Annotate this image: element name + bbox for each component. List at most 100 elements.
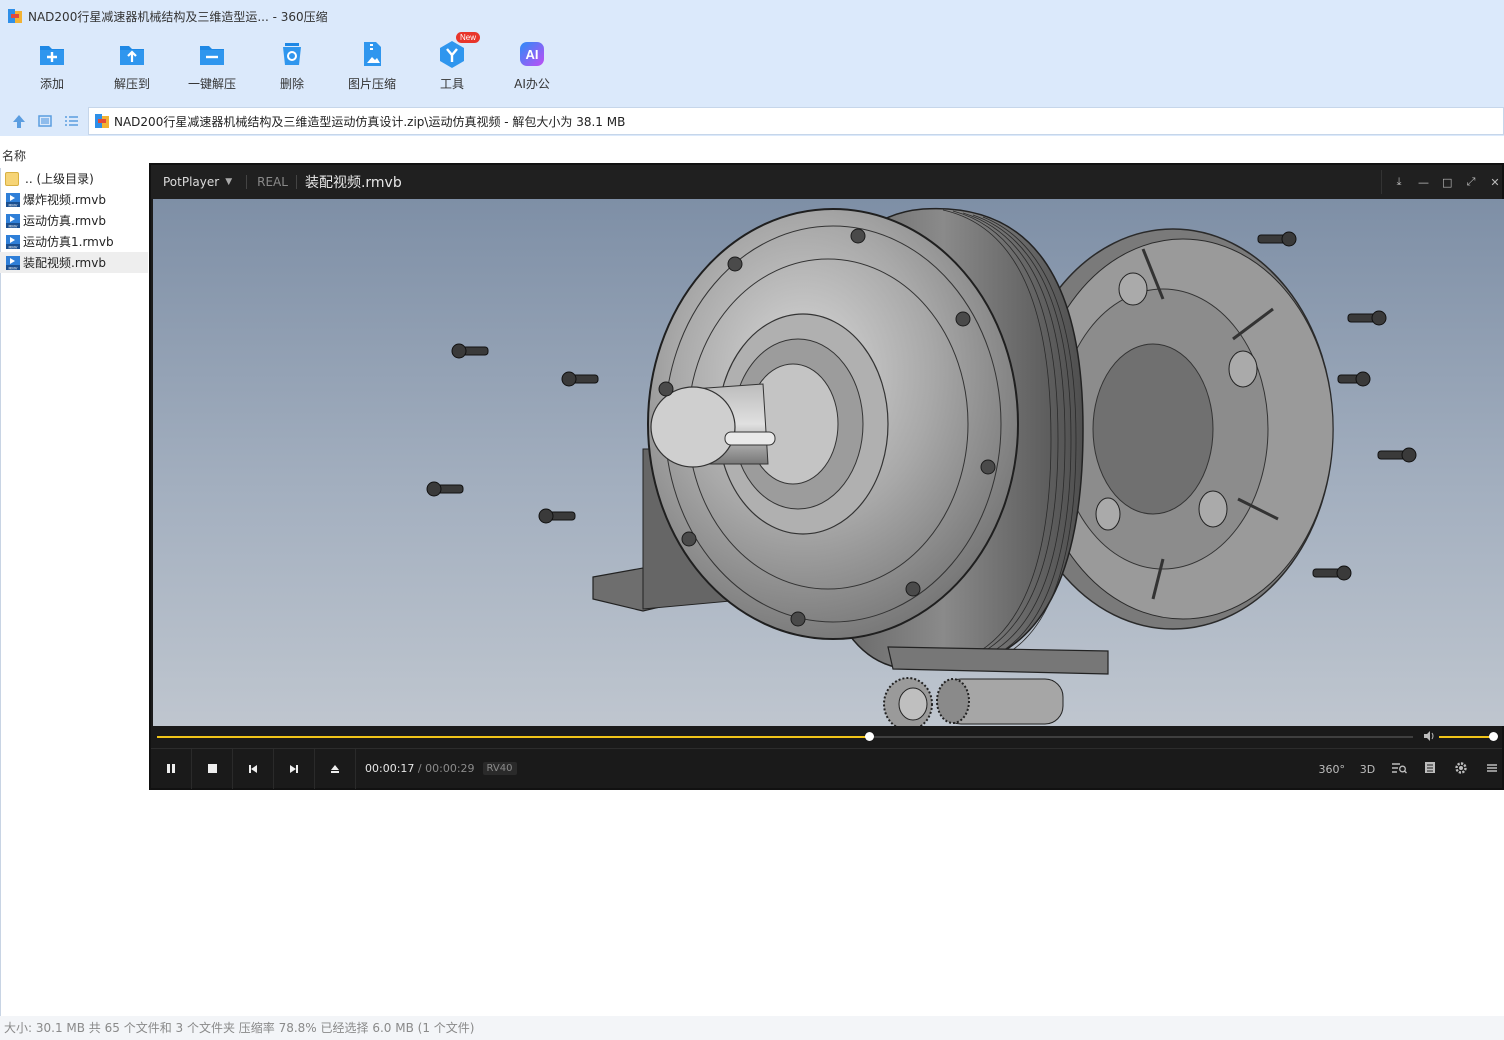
archive-icon bbox=[95, 114, 109, 128]
nav-icons bbox=[10, 112, 80, 130]
svg-text:RMV: RMV bbox=[9, 223, 18, 228]
next-button[interactable] bbox=[274, 748, 315, 789]
main-toolbar: 添加 解压到 一键解压 删除 图片压缩 New 工具 AI AI办公 bbox=[12, 32, 572, 98]
previous-icon bbox=[249, 764, 257, 773]
player-title-bar[interactable]: PotPlayer ▼ REAL 装配视频.rmvb ⤓ — □ ⤢ ✕ bbox=[151, 165, 1502, 199]
seek-track[interactable] bbox=[157, 732, 1413, 741]
list-item-label: 运动仿真1.rmvb bbox=[23, 235, 114, 249]
player-controls: 00:00:17 / 00:00:29 RV40 360° 3D bbox=[151, 748, 1503, 789]
seek-bar[interactable] bbox=[151, 726, 1502, 748]
list-item[interactable]: RMV 运动仿真1.rmvb bbox=[0, 231, 148, 252]
list-item[interactable]: RMV 爆炸视频.rmvb bbox=[0, 189, 148, 210]
list-item-label: 装配视频.rmvb bbox=[23, 256, 106, 270]
list-item[interactable]: RMV 运动仿真.rmvb bbox=[0, 210, 148, 231]
add-button[interactable]: 添加 bbox=[12, 38, 92, 98]
chapter-icon[interactable] bbox=[1421, 761, 1438, 777]
folder-icon bbox=[5, 171, 19, 186]
address-bar[interactable]: NAD200行星减速器机械结构及三维造型运动仿真设计.zip\运动仿真视频 - … bbox=[88, 107, 1504, 135]
extract-to-label: 解压到 bbox=[113, 77, 150, 91]
fullscreen-icon[interactable]: ⤢ bbox=[1466, 175, 1476, 189]
image-compress-label: 图片压缩 bbox=[347, 77, 396, 91]
list-view-icon[interactable] bbox=[62, 112, 80, 130]
extract-to-button[interactable]: 解压到 bbox=[92, 38, 172, 98]
potplayer-window[interactable]: PotPlayer ▼ REAL 装配视频.rmvb ⤓ — □ ⤢ ✕ 00:… bbox=[149, 163, 1504, 790]
tools-label: 工具 bbox=[439, 77, 464, 91]
add-label: 添加 bbox=[39, 77, 64, 91]
left-edge-divider bbox=[0, 168, 1, 1016]
total-time: 00:00:29 bbox=[425, 762, 475, 775]
stop-button[interactable] bbox=[192, 748, 233, 789]
volume-slider[interactable] bbox=[1439, 732, 1498, 741]
volume-fill bbox=[1439, 736, 1494, 738]
list-item[interactable]: .. (上级目录) bbox=[0, 168, 148, 189]
image-compress-button[interactable]: 图片压缩 bbox=[332, 38, 412, 98]
svg-text:RMV: RMV bbox=[9, 244, 18, 249]
new-badge: New bbox=[456, 32, 481, 43]
add-file-icon bbox=[36, 38, 68, 70]
time-display: 00:00:17 / 00:00:29 bbox=[365, 762, 475, 775]
minimize-icon[interactable]: — bbox=[1418, 176, 1429, 189]
list-item-selected[interactable]: RMV 装配视频.rmvb bbox=[0, 252, 148, 273]
window-title: NAD200行星减速器机械结构及三维造型运... - 360压缩 bbox=[28, 9, 328, 24]
one-click-extract-label: 一键解压 bbox=[187, 77, 236, 91]
seek-progress-fill bbox=[157, 736, 870, 738]
ai-office-label: AI办公 bbox=[514, 77, 550, 91]
playing-file-name: 装配视频.rmvb bbox=[304, 175, 402, 191]
seek-handle[interactable] bbox=[865, 732, 875, 741]
svg-text:RMV: RMV bbox=[9, 202, 18, 207]
status-bar: 大小: 30.1 MB 共 65 个文件和 3 个文件夹 压缩率 78.8% 已… bbox=[0, 1016, 1504, 1040]
gear-icon[interactable] bbox=[1452, 761, 1469, 778]
title-divider bbox=[295, 175, 297, 189]
player-right-controls: 360° 3D bbox=[1319, 749, 1503, 789]
address-path: NAD200行星减速器机械结构及三维造型运动仿真设计.zip\运动仿真视频 - … bbox=[114, 114, 626, 129]
format-label: REAL bbox=[257, 175, 288, 189]
player-menu-button[interactable]: PotPlayer ▼ bbox=[163, 175, 232, 189]
reducer-3d-model-image bbox=[426, 207, 1417, 726]
svg-text:RMV: RMV bbox=[9, 265, 18, 270]
previous-button[interactable] bbox=[233, 748, 274, 789]
image-compress-icon bbox=[356, 38, 388, 70]
playlist-search-icon[interactable] bbox=[1390, 761, 1407, 778]
one-click-extract-button[interactable]: 一键解压 bbox=[172, 38, 252, 98]
file-list: .. (上级目录) RMV 爆炸视频.rmvb RMV 运动仿真.rmvb RM… bbox=[0, 168, 148, 273]
player-brand: PotPlayer bbox=[163, 175, 220, 189]
ai-office-icon: AI bbox=[516, 38, 548, 70]
eject-button[interactable] bbox=[315, 748, 356, 789]
pause-icon bbox=[167, 764, 175, 773]
pause-button[interactable] bbox=[151, 748, 192, 789]
maximize-icon[interactable]: □ bbox=[1442, 176, 1452, 189]
ai-office-button[interactable]: AI AI办公 bbox=[492, 38, 572, 98]
rmvb-file-icon: RMV bbox=[6, 192, 20, 207]
thumbnail-view-icon[interactable] bbox=[36, 112, 54, 130]
player-window-buttons: ⤓ — □ ⤢ ✕ bbox=[1381, 170, 1502, 194]
delete-button[interactable]: 删除 bbox=[252, 38, 332, 98]
top-band: NAD200行星减速器机械结构及三维造型运... - 360压缩 添加 解压到 … bbox=[0, 0, 1504, 106]
time-separator: / bbox=[417, 762, 422, 775]
chevron-down-icon: ▼ bbox=[225, 177, 233, 187]
menu-icon[interactable] bbox=[1483, 762, 1500, 777]
rmvb-file-icon: RMV bbox=[6, 213, 20, 228]
vr-360-button[interactable]: 360° bbox=[1319, 763, 1346, 776]
list-item-label: .. (上级目录) bbox=[25, 172, 94, 186]
list-item-label: 运动仿真.rmvb bbox=[23, 214, 106, 228]
codec-badge: RV40 bbox=[482, 762, 517, 775]
title-bar: NAD200行星减速器机械结构及三维造型运... - 360压缩 bbox=[8, 7, 328, 25]
up-level-icon[interactable] bbox=[10, 112, 28, 130]
3d-button[interactable]: 3D bbox=[1359, 763, 1376, 776]
close-icon[interactable]: ✕ bbox=[1490, 176, 1500, 189]
stop-icon bbox=[207, 764, 217, 773]
next-icon bbox=[290, 764, 298, 773]
delete-label: 删除 bbox=[279, 77, 304, 91]
volume-icon[interactable] bbox=[1423, 730, 1435, 742]
tools-button[interactable]: New 工具 bbox=[412, 32, 492, 98]
current-time: 00:00:17 bbox=[365, 762, 415, 775]
rmvb-file-icon: RMV bbox=[6, 255, 20, 270]
video-frame[interactable] bbox=[153, 199, 1504, 726]
pin-icon[interactable]: ⤓ bbox=[1394, 175, 1404, 189]
volume-handle[interactable] bbox=[1489, 732, 1498, 741]
extract-to-icon bbox=[116, 38, 148, 70]
one-click-extract-icon bbox=[196, 38, 228, 70]
address-row: NAD200行星减速器机械结构及三维造型运动仿真设计.zip\运动仿真视频 - … bbox=[0, 106, 1504, 136]
list-item-label: 爆炸视频.rmvb bbox=[23, 193, 106, 207]
app-logo-icon bbox=[8, 9, 22, 23]
